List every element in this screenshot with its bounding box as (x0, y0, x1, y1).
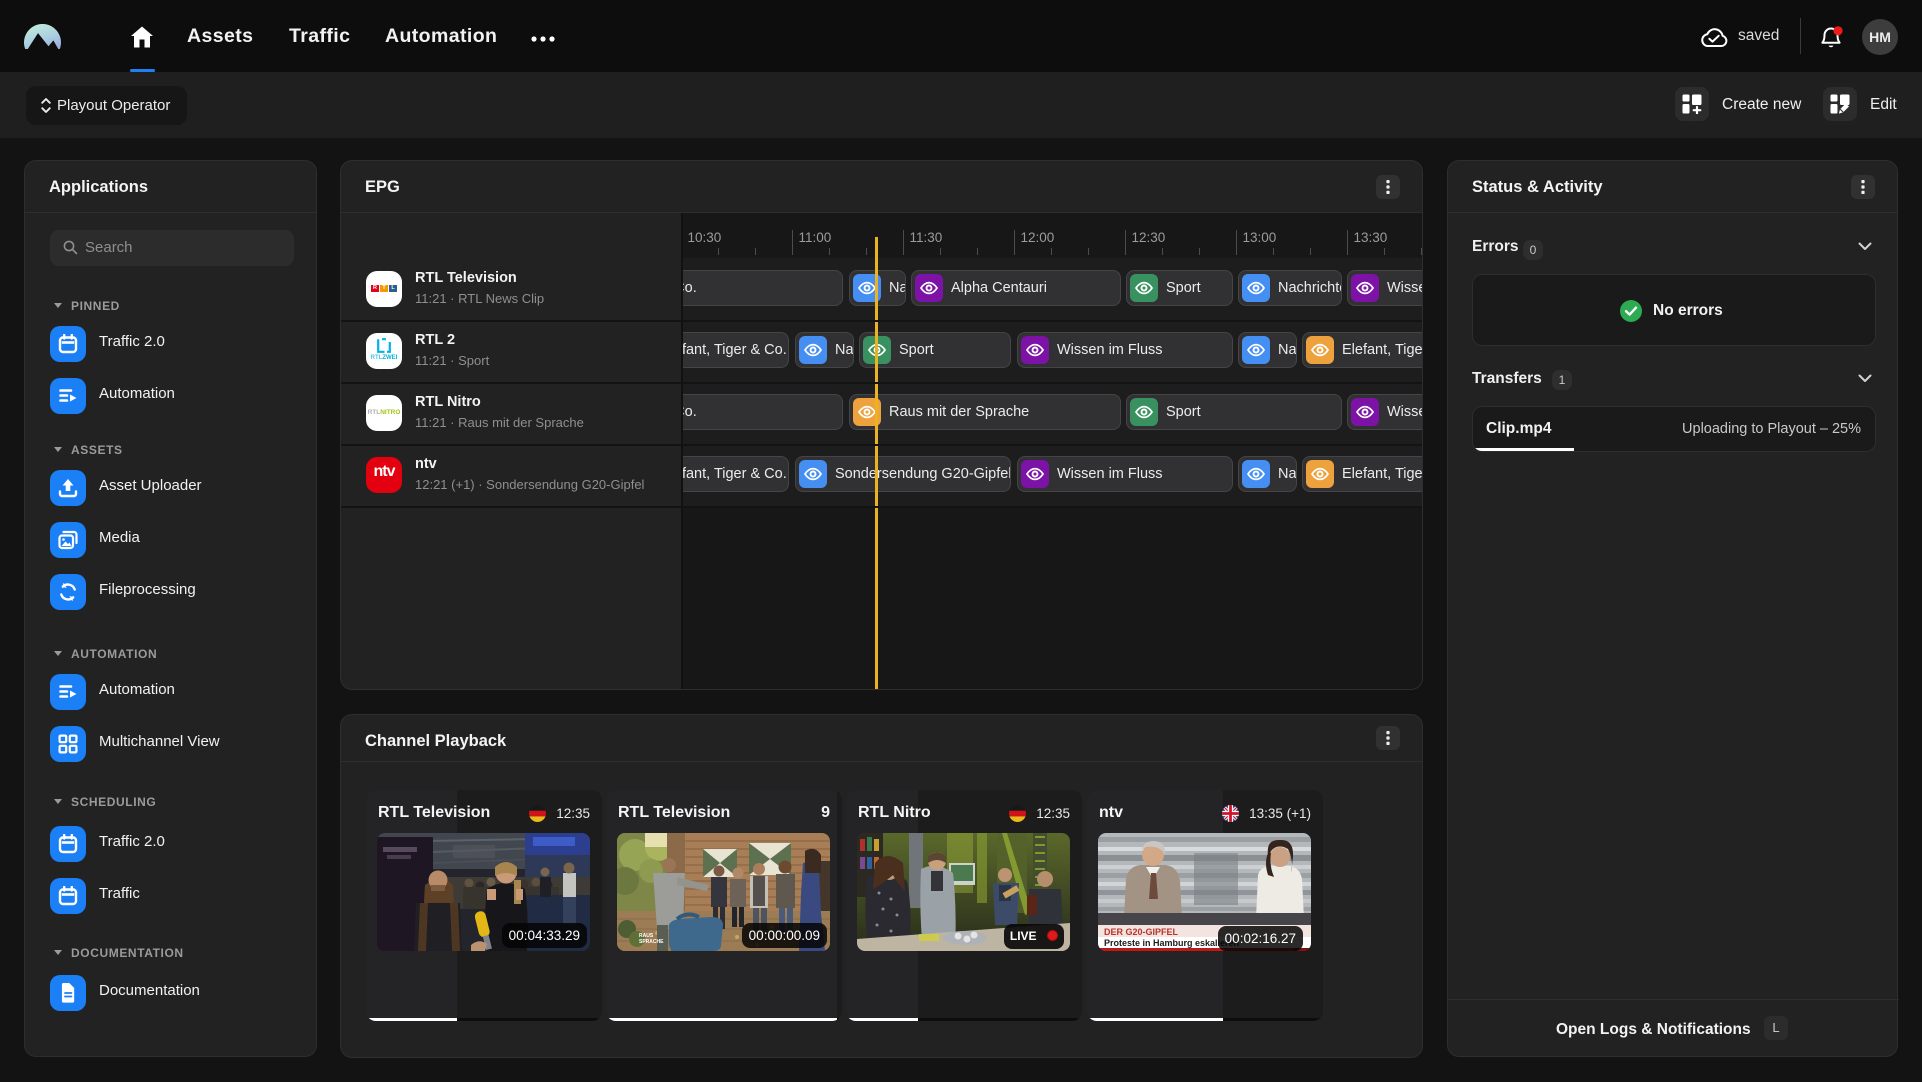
svg-text:DER G20-GIPFEL: DER G20-GIPFEL (1104, 927, 1179, 937)
svg-text:SPRACHE: SPRACHE (639, 939, 664, 945)
